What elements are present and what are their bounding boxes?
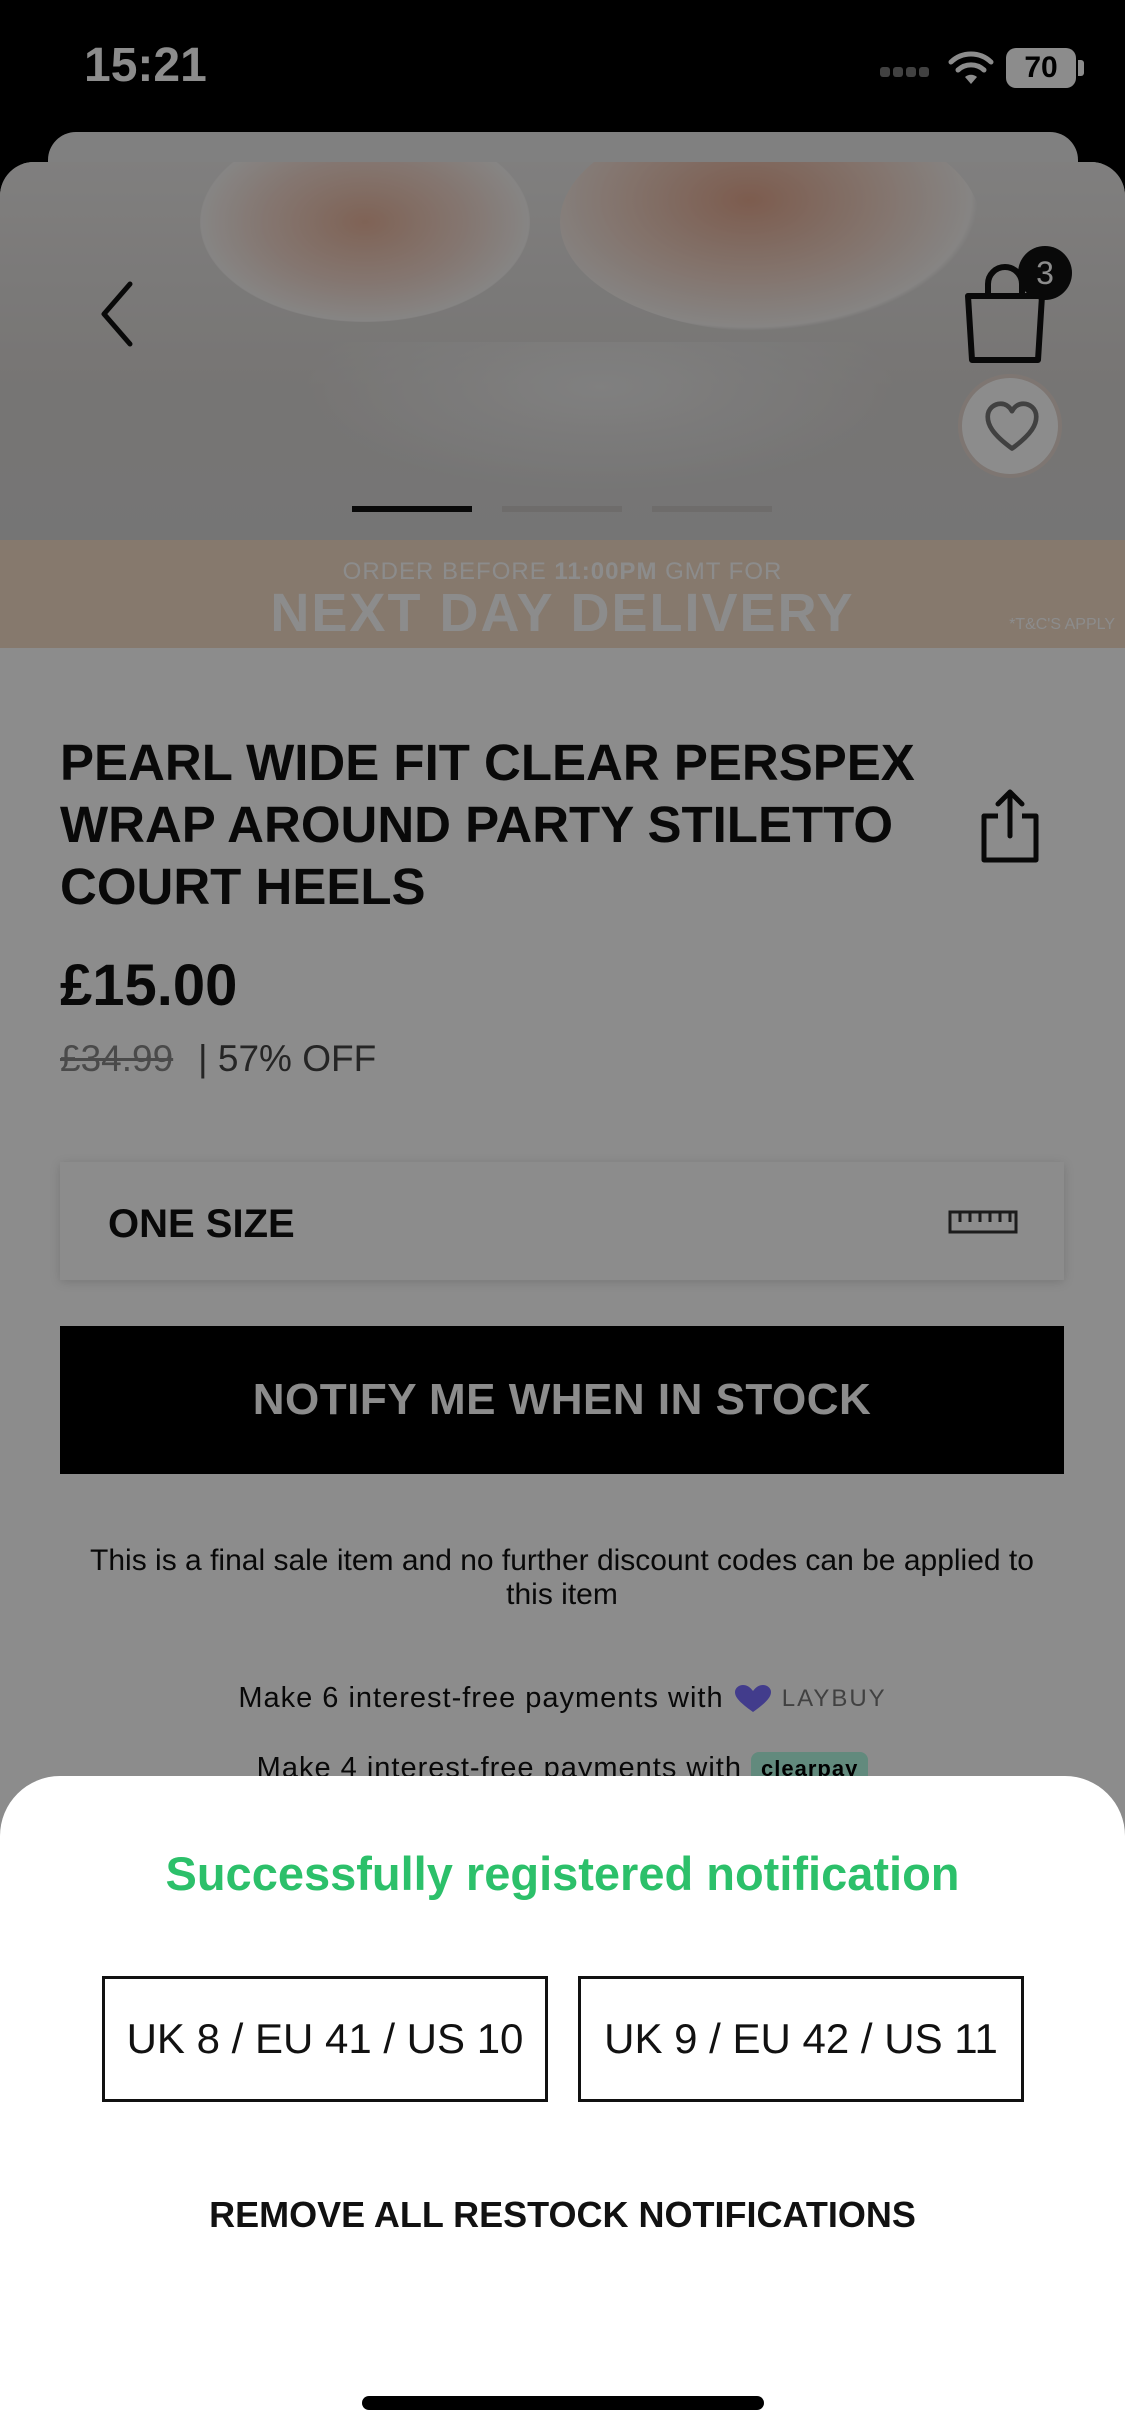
remove-all-notifications-button[interactable]: REMOVE ALL RESTOCK NOTIFICATIONS <box>0 2194 1125 2236</box>
home-indicator <box>362 2396 764 2410</box>
size-option-uk9[interactable]: UK 9 / EU 42 / US 11 <box>578 1976 1024 2102</box>
size-option-uk8[interactable]: UK 8 / EU 41 / US 10 <box>102 1976 548 2102</box>
success-message: Successfully registered notification <box>165 1847 960 1900</box>
restock-notification-sheet: Successfully registered notification UK … <box>0 1776 1125 2436</box>
